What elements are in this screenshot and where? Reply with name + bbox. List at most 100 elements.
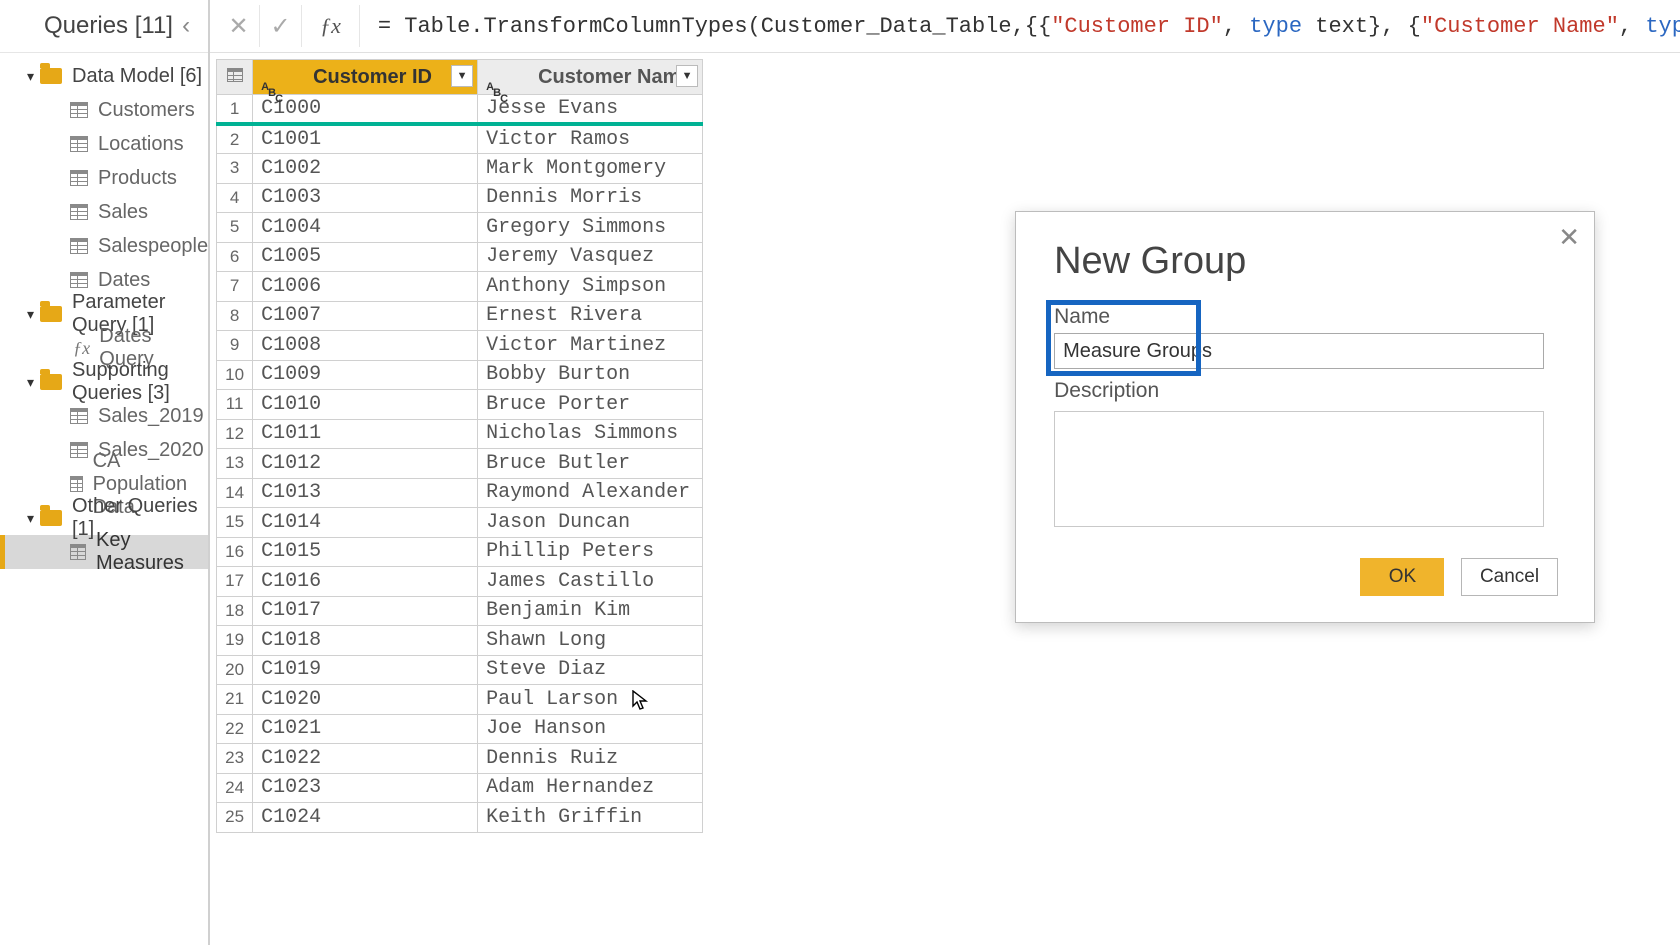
cell-customer-name[interactable]: Joe Hanson xyxy=(478,714,703,744)
row-number[interactable]: 20 xyxy=(217,655,253,685)
cell-customer-id[interactable]: C1007 xyxy=(253,301,478,331)
tree-item[interactable]: Sales_2019 xyxy=(0,399,208,433)
column-header[interactable]: CCustomer ID▼ xyxy=(253,60,478,95)
cell-customer-id[interactable]: C1019 xyxy=(253,655,478,685)
cell-customer-name[interactable]: Dennis Morris xyxy=(478,183,703,213)
cell-customer-name[interactable]: Bruce Porter xyxy=(478,390,703,420)
group-name-input[interactable] xyxy=(1054,333,1544,369)
row-number[interactable]: 8 xyxy=(217,301,253,331)
cell-customer-id[interactable]: C1008 xyxy=(253,331,478,361)
cell-customer-name[interactable]: Dennis Ruiz xyxy=(478,744,703,774)
row-number[interactable]: 6 xyxy=(217,242,253,272)
row-number[interactable]: 7 xyxy=(217,272,253,302)
cell-customer-name[interactable]: Anthony Simpson xyxy=(478,272,703,302)
cell-customer-name[interactable]: Mark Montgomery xyxy=(478,154,703,184)
cancel-formula-button[interactable]: ✕ xyxy=(218,5,260,47)
cell-customer-name[interactable]: Benjamin Kim xyxy=(478,596,703,626)
cell-customer-id[interactable]: C1009 xyxy=(253,360,478,390)
cell-customer-id[interactable]: C1003 xyxy=(253,183,478,213)
cell-customer-name[interactable]: James Castillo xyxy=(478,567,703,597)
cell-customer-name[interactable]: Victor Ramos xyxy=(478,124,703,154)
row-number[interactable]: 5 xyxy=(217,213,253,243)
cell-customer-name[interactable]: Jesse Evans xyxy=(478,95,703,125)
cell-customer-id[interactable]: C1005 xyxy=(253,242,478,272)
cell-customer-name[interactable]: Phillip Peters xyxy=(478,537,703,567)
row-number[interactable]: 15 xyxy=(217,508,253,538)
row-number[interactable]: 16 xyxy=(217,537,253,567)
cell-customer-id[interactable]: C1014 xyxy=(253,508,478,538)
commit-formula-button[interactable]: ✓ xyxy=(260,5,302,47)
select-all-corner[interactable] xyxy=(217,60,253,95)
row-number[interactable]: 18 xyxy=(217,596,253,626)
cell-customer-id[interactable]: C1017 xyxy=(253,596,478,626)
tree-group[interactable]: ▾Supporting Queries [3] xyxy=(0,365,208,399)
cell-customer-name[interactable]: Ernest Rivera xyxy=(478,301,703,331)
cell-customer-id[interactable]: C1001 xyxy=(253,124,478,154)
cell-customer-id[interactable]: C1011 xyxy=(253,419,478,449)
row-number[interactable]: 12 xyxy=(217,419,253,449)
row-number[interactable]: 14 xyxy=(217,478,253,508)
cell-customer-id[interactable]: C1018 xyxy=(253,626,478,656)
cell-customer-id[interactable]: C1006 xyxy=(253,272,478,302)
tree-item[interactable]: Sales xyxy=(0,195,208,229)
tree-item[interactable]: Products xyxy=(0,161,208,195)
row-number[interactable]: 19 xyxy=(217,626,253,656)
cell-customer-name[interactable]: Bruce Butler xyxy=(478,449,703,479)
row-number[interactable]: 17 xyxy=(217,567,253,597)
close-dialog-button[interactable]: ✕ xyxy=(1558,222,1580,253)
cell-customer-id[interactable]: C1020 xyxy=(253,685,478,715)
row-number[interactable]: 25 xyxy=(217,803,253,833)
cell-customer-id[interactable]: C1015 xyxy=(253,537,478,567)
tree-item[interactable]: Locations xyxy=(0,127,208,161)
cell-customer-id[interactable]: C1016 xyxy=(253,567,478,597)
cell-customer-name[interactable]: Paul Larson xyxy=(478,685,703,715)
cell-customer-name[interactable]: Jeremy Vasquez xyxy=(478,242,703,272)
collapse-sidebar-button[interactable]: ‹ xyxy=(174,12,198,40)
cell-customer-id[interactable]: C1002 xyxy=(253,154,478,184)
cancel-button[interactable]: Cancel xyxy=(1461,558,1558,596)
cell-customer-name[interactable]: Victor Martinez xyxy=(478,331,703,361)
cell-customer-id[interactable]: C1024 xyxy=(253,803,478,833)
ok-button[interactable]: OK xyxy=(1360,558,1444,596)
row-number[interactable]: 11 xyxy=(217,390,253,420)
cell-customer-id[interactable]: C1023 xyxy=(253,773,478,803)
tree-item[interactable]: Customers xyxy=(0,93,208,127)
row-number[interactable]: 21 xyxy=(217,685,253,715)
cell-customer-name[interactable]: Jason Duncan xyxy=(478,508,703,538)
cell-customer-name[interactable]: Nicholas Simmons xyxy=(478,419,703,449)
cell-customer-name[interactable]: Keith Griffin xyxy=(478,803,703,833)
cell-customer-name[interactable]: Shawn Long xyxy=(478,626,703,656)
cell-customer-id[interactable]: C1021 xyxy=(253,714,478,744)
row-number[interactable]: 4 xyxy=(217,183,253,213)
cell-customer-name[interactable]: Bobby Burton xyxy=(478,360,703,390)
tree-item[interactable]: Key Measures xyxy=(0,535,208,569)
column-filter-button[interactable]: ▼ xyxy=(676,65,698,87)
cell-customer-name[interactable]: Steve Diaz xyxy=(478,655,703,685)
tree-item[interactable]: Salespeople xyxy=(0,229,208,263)
row-number[interactable]: 23 xyxy=(217,744,253,774)
column-filter-button[interactable]: ▼ xyxy=(451,65,473,87)
cell-customer-id[interactable]: C1004 xyxy=(253,213,478,243)
formula-input[interactable]: = Table.TransformColumnTypes(Customer_Da… xyxy=(360,14,1680,39)
fx-icon[interactable]: ƒx xyxy=(302,5,360,47)
row-number[interactable]: 3 xyxy=(217,154,253,184)
row-number[interactable]: 1 xyxy=(217,95,253,125)
cell-customer-name[interactable]: Gregory Simmons xyxy=(478,213,703,243)
cell-customer-name[interactable]: Adam Hernandez xyxy=(478,773,703,803)
row-number[interactable]: 9 xyxy=(217,331,253,361)
cell-customer-id[interactable]: C1022 xyxy=(253,744,478,774)
data-grid[interactable]: CCustomer ID▼CCustomer Name▼ 1C1000Jesse … xyxy=(216,59,703,833)
row-number[interactable]: 13 xyxy=(217,449,253,479)
cell-customer-id[interactable]: C1013 xyxy=(253,478,478,508)
tree-group[interactable]: ▾Data Model [6] xyxy=(0,59,208,93)
group-description-input[interactable] xyxy=(1054,411,1544,527)
row-number[interactable]: 2 xyxy=(217,124,253,154)
cell-customer-id[interactable]: C1010 xyxy=(253,390,478,420)
row-number[interactable]: 24 xyxy=(217,773,253,803)
row-number[interactable]: 22 xyxy=(217,714,253,744)
cell-customer-id[interactable]: C1012 xyxy=(253,449,478,479)
column-header[interactable]: CCustomer Name▼ xyxy=(478,60,703,95)
cell-customer-name[interactable]: Raymond Alexander xyxy=(478,478,703,508)
row-number[interactable]: 10 xyxy=(217,360,253,390)
cell-customer-id[interactable]: C1000 xyxy=(253,95,478,125)
